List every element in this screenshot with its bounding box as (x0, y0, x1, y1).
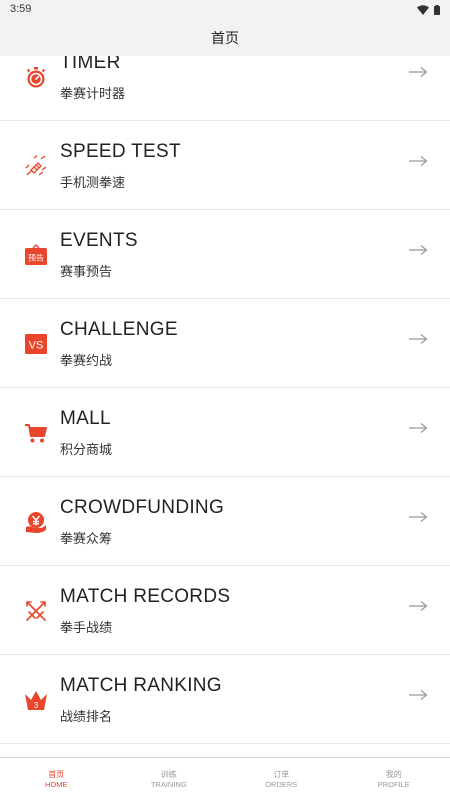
menu-item-challenge[interactable]: VS CHALLENGE 拳赛约战 (0, 299, 450, 388)
stopwatch-icon (26, 67, 46, 88)
vs-icon-text: VS (29, 340, 44, 352)
menu-item-mall[interactable]: MALL 积分商城 (0, 388, 450, 477)
tab-label-en: PROFILE (377, 780, 410, 789)
menu-item-subtitle: 赛事预告 (60, 265, 113, 280)
arrow-right-icon (409, 690, 428, 700)
events-preview-icon: 预告 (25, 244, 47, 265)
menu-item-title: CHALLENGE (60, 319, 178, 340)
menu-item-subtitle: 拳赛计时器 (60, 87, 126, 102)
tab-label-en: ORDERS (265, 780, 298, 789)
menu-item-title: EVENTS (60, 230, 138, 251)
arrow-right-icon (409, 423, 428, 433)
menu-item-title: MATCH RECORDS (60, 586, 231, 607)
menu-item-subtitle: 战绩排名 (60, 710, 113, 725)
menu-item-subtitle: 拳赛众筹 (60, 532, 113, 547)
tab-orders[interactable]: 订单 ORDERS (225, 758, 338, 800)
tab-label-en: TRAINING (150, 780, 187, 789)
arrow-right-icon (409, 67, 428, 77)
crown-icon-text: 3 (34, 701, 39, 710)
menu-item-crowdfunding[interactable]: CROWDFUNDING 拳赛众筹 (0, 477, 450, 566)
menu-item-speed-test[interactable]: SPEED TEST 手机测拳速 (0, 121, 450, 210)
events-icon-text: 预告 (28, 253, 44, 263)
menu-item-subtitle: 拳手战绩 (60, 621, 113, 636)
tab-label-cn: 首页 (48, 770, 65, 779)
status-bar: 3:59 (0, 0, 450, 22)
tab-label-en: HOME (45, 780, 68, 789)
arrow-right-icon (409, 601, 428, 611)
tab-label-cn: 我的 (385, 770, 402, 779)
menu-item-subtitle: 积分商城 (60, 443, 113, 458)
arrow-right-icon (409, 156, 428, 166)
crown-icon: 3 (25, 691, 47, 710)
menu-item-match-records[interactable]: MATCH RECORDS 拳手战绩 (0, 566, 450, 655)
arrow-right-icon (409, 245, 428, 255)
battery-icon (434, 5, 440, 15)
arrow-right-icon (409, 512, 428, 522)
tab-training[interactable]: 训练 TRAINING (113, 758, 226, 800)
tab-label-cn: 训练 (160, 770, 177, 779)
menu-item-subtitle: 拳赛约战 (60, 354, 113, 369)
status-icons (417, 5, 440, 15)
menu-item-title: MALL (60, 408, 111, 429)
menu-item-title: SPEED TEST (60, 141, 181, 162)
crossed-swords-icon (26, 601, 46, 621)
feature-list: TIMER 拳赛计时器 SPEED TEST 手机测拳速 预告 EVENTS 赛… (0, 32, 450, 757)
speed-fist-icon (25, 155, 47, 176)
menu-item-match-ranking[interactable]: 3 MATCH RANKING 战绩排名 (0, 655, 450, 744)
bottom-tab-bar: 首页 HOME 训练 TRAINING 订单 ORDERS 我的 PROFILE (0, 757, 450, 800)
yuan-hand-icon (26, 512, 46, 533)
wifi-icon (417, 5, 429, 15)
tab-home[interactable]: 首页 HOME (0, 758, 113, 800)
app-header: 首页 (0, 22, 450, 56)
page-title: 首页 (211, 31, 239, 47)
status-time: 3:59 (10, 3, 32, 15)
menu-item-subtitle: 手机测拳速 (60, 176, 126, 191)
cart-icon (25, 424, 47, 443)
menu-item-events[interactable]: 预告 EVENTS 赛事预告 (0, 210, 450, 299)
menu-item-title: MATCH RANKING (60, 675, 222, 696)
vs-icon: VS (25, 334, 47, 354)
menu-item-title: CROWDFUNDING (60, 497, 225, 518)
tab-profile[interactable]: 我的 PROFILE (338, 758, 450, 800)
arrow-right-icon (409, 334, 428, 344)
tab-label-cn: 订单 (273, 770, 290, 779)
